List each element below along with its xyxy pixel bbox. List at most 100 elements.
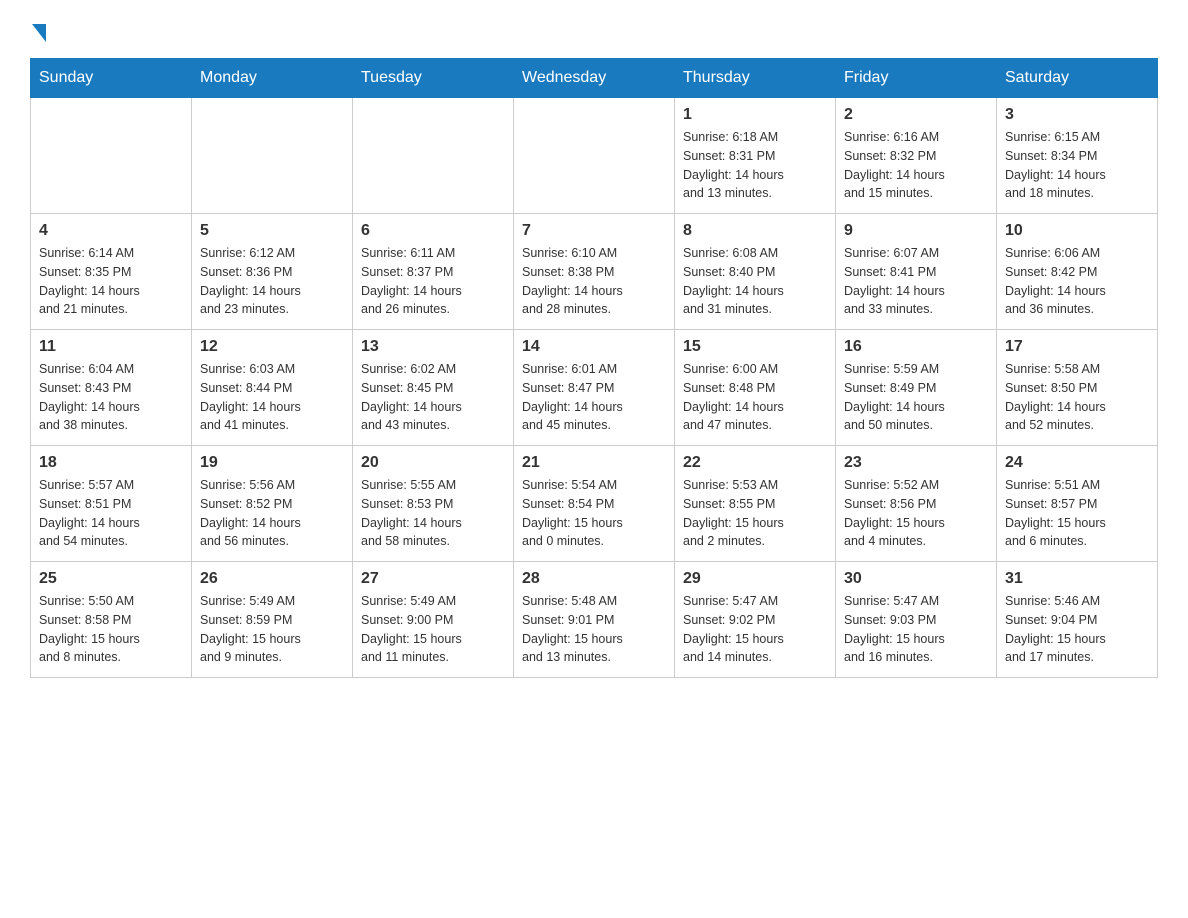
day-number: 6 [361, 222, 505, 240]
day-number: 28 [522, 570, 666, 588]
day-info: Sunrise: 5:59 AM Sunset: 8:49 PM Dayligh… [844, 360, 988, 435]
calendar-day-cell: 17 Sunrise: 5:58 AM Sunset: 8:50 PM Dayli… [997, 330, 1158, 446]
day-info: Sunrise: 6:04 AM Sunset: 8:43 PM Dayligh… [39, 360, 183, 435]
calendar-table: SundayMondayTuesdayWednesdayThursdayFrid… [30, 58, 1158, 678]
day-number: 10 [1005, 222, 1149, 240]
day-number: 13 [361, 338, 505, 356]
day-info: Sunrise: 6:15 AM Sunset: 8:34 PM Dayligh… [1005, 128, 1149, 203]
calendar-day-cell: 2Sunrise: 6:16 AM Sunset: 8:32 PM Daylig… [836, 98, 997, 214]
calendar-week-row: 1 Sunrise: 6:18 AM Sunset: 8:31 PM Daylig… [31, 98, 1158, 214]
day-info: Sunrise: 5:47 AM Sunset: 9:03 PM Dayligh… [844, 592, 988, 667]
calendar-day-cell: 5 Sunrise: 6:12 AM Sunset: 8:36 PM Daylig… [192, 214, 353, 330]
day-number: 18 [39, 454, 183, 472]
day-info: Sunrise: 5:55 AM Sunset: 8:53 PM Dayligh… [361, 476, 505, 551]
calendar-day-cell: 31 Sunrise: 5:46 AM Sunset: 9:04 PM Dayli… [997, 562, 1158, 678]
day-info: Sunrise: 5:50 AM Sunset: 8:58 PM Dayligh… [39, 592, 183, 667]
day-info: Sunrise: 6:11 AM Sunset: 8:37 PM Dayligh… [361, 244, 505, 319]
calendar-day-cell: 8Sunrise: 6:08 AM Sunset: 8:40 PM Daylig… [675, 214, 836, 330]
calendar-week-row: 25 Sunrise: 5:50 AM Sunset: 8:58 PM Dayli… [31, 562, 1158, 678]
day-info: Sunrise: 6:10 AM Sunset: 8:38 PM Dayligh… [522, 244, 666, 319]
calendar-day-cell: 29 Sunrise: 5:47 AM Sunset: 9:02 PM Dayli… [675, 562, 836, 678]
calendar-day-cell: 21Sunrise: 5:54 AM Sunset: 8:54 PM Dayli… [514, 446, 675, 562]
day-number: 16 [844, 338, 988, 356]
weekday-header-saturday: Saturday [997, 59, 1158, 98]
day-number: 1 [683, 106, 827, 124]
calendar-day-cell: 12Sunrise: 6:03 AM Sunset: 8:44 PM Dayli… [192, 330, 353, 446]
calendar-day-cell: 27 Sunrise: 5:49 AM Sunset: 9:00 PM Dayli… [353, 562, 514, 678]
day-info: Sunrise: 6:14 AM Sunset: 8:35 PM Dayligh… [39, 244, 183, 319]
weekday-header-monday: Monday [192, 59, 353, 98]
day-number: 27 [361, 570, 505, 588]
calendar-week-row: 11 Sunrise: 6:04 AM Sunset: 8:43 PM Dayli… [31, 330, 1158, 446]
day-info: Sunrise: 5:53 AM Sunset: 8:55 PM Dayligh… [683, 476, 827, 551]
calendar-empty-cell [31, 98, 192, 214]
day-number: 31 [1005, 570, 1149, 588]
day-number: 12 [200, 338, 344, 356]
calendar-day-cell: 28 Sunrise: 5:48 AM Sunset: 9:01 PM Dayli… [514, 562, 675, 678]
day-number: 24 [1005, 454, 1149, 472]
day-info: Sunrise: 6:16 AM Sunset: 8:32 PM Dayligh… [844, 128, 988, 203]
calendar-week-row: 4 Sunrise: 6:14 AM Sunset: 8:35 PM Daylig… [31, 214, 1158, 330]
day-info: Sunrise: 5:49 AM Sunset: 8:59 PM Dayligh… [200, 592, 344, 667]
day-info: Sunrise: 5:46 AM Sunset: 9:04 PM Dayligh… [1005, 592, 1149, 667]
day-number: 4 [39, 222, 183, 240]
calendar-day-cell: 16 Sunrise: 5:59 AM Sunset: 8:49 PM Dayli… [836, 330, 997, 446]
calendar-day-cell: 24 Sunrise: 5:51 AM Sunset: 8:57 PM Dayli… [997, 446, 1158, 562]
calendar-day-cell: 23Sunrise: 5:52 AM Sunset: 8:56 PM Dayli… [836, 446, 997, 562]
logo-top [30, 20, 46, 42]
day-info: Sunrise: 6:07 AM Sunset: 8:41 PM Dayligh… [844, 244, 988, 319]
day-info: Sunrise: 6:01 AM Sunset: 8:47 PM Dayligh… [522, 360, 666, 435]
page-header [30, 20, 1158, 38]
day-number: 20 [361, 454, 505, 472]
calendar-day-cell: 10Sunrise: 6:06 AM Sunset: 8:42 PM Dayli… [997, 214, 1158, 330]
day-number: 23 [844, 454, 988, 472]
day-number: 29 [683, 570, 827, 588]
calendar-day-cell: 22Sunrise: 5:53 AM Sunset: 8:55 PM Dayli… [675, 446, 836, 562]
day-info: Sunrise: 5:51 AM Sunset: 8:57 PM Dayligh… [1005, 476, 1149, 551]
day-info: Sunrise: 6:12 AM Sunset: 8:36 PM Dayligh… [200, 244, 344, 319]
calendar-day-cell: 14 Sunrise: 6:01 AM Sunset: 8:47 PM Dayli… [514, 330, 675, 446]
calendar-day-cell: 15 Sunrise: 6:00 AM Sunset: 8:48 PM Dayli… [675, 330, 836, 446]
calendar-day-cell: 18 Sunrise: 5:57 AM Sunset: 8:51 PM Dayli… [31, 446, 192, 562]
calendar-day-cell: 1 Sunrise: 6:18 AM Sunset: 8:31 PM Daylig… [675, 98, 836, 214]
calendar-day-cell: 11 Sunrise: 6:04 AM Sunset: 8:43 PM Dayli… [31, 330, 192, 446]
calendar-day-cell: 7 Sunrise: 6:10 AM Sunset: 8:38 PM Daylig… [514, 214, 675, 330]
day-info: Sunrise: 5:56 AM Sunset: 8:52 PM Dayligh… [200, 476, 344, 551]
day-number: 19 [200, 454, 344, 472]
day-info: Sunrise: 5:58 AM Sunset: 8:50 PM Dayligh… [1005, 360, 1149, 435]
calendar-day-cell: 26 Sunrise: 5:49 AM Sunset: 8:59 PM Dayli… [192, 562, 353, 678]
weekday-header-thursday: Thursday [675, 59, 836, 98]
day-number: 7 [522, 222, 666, 240]
calendar-week-row: 18 Sunrise: 5:57 AM Sunset: 8:51 PM Dayli… [31, 446, 1158, 562]
logo [30, 20, 46, 38]
day-number: 14 [522, 338, 666, 356]
calendar-day-cell: 30 Sunrise: 5:47 AM Sunset: 9:03 PM Dayli… [836, 562, 997, 678]
weekday-header-sunday: Sunday [31, 59, 192, 98]
day-number: 25 [39, 570, 183, 588]
day-info: Sunrise: 6:18 AM Sunset: 8:31 PM Dayligh… [683, 128, 827, 203]
day-number: 11 [39, 338, 183, 356]
day-info: Sunrise: 5:47 AM Sunset: 9:02 PM Dayligh… [683, 592, 827, 667]
weekday-header-friday: Friday [836, 59, 997, 98]
calendar-day-cell: 4 Sunrise: 6:14 AM Sunset: 8:35 PM Daylig… [31, 214, 192, 330]
calendar-empty-cell [192, 98, 353, 214]
calendar-empty-cell [514, 98, 675, 214]
calendar-day-cell: 9Sunrise: 6:07 AM Sunset: 8:41 PM Daylig… [836, 214, 997, 330]
calendar-day-cell: 13Sunrise: 6:02 AM Sunset: 8:45 PM Dayli… [353, 330, 514, 446]
day-number: 15 [683, 338, 827, 356]
day-number: 21 [522, 454, 666, 472]
day-number: 5 [200, 222, 344, 240]
day-number: 8 [683, 222, 827, 240]
day-number: 17 [1005, 338, 1149, 356]
day-info: Sunrise: 5:49 AM Sunset: 9:00 PM Dayligh… [361, 592, 505, 667]
day-number: 3 [1005, 106, 1149, 124]
day-info: Sunrise: 5:48 AM Sunset: 9:01 PM Dayligh… [522, 592, 666, 667]
day-info: Sunrise: 5:57 AM Sunset: 8:51 PM Dayligh… [39, 476, 183, 551]
logo-arrow-icon [32, 24, 46, 42]
day-number: 30 [844, 570, 988, 588]
calendar-day-cell: 20 Sunrise: 5:55 AM Sunset: 8:53 PM Dayli… [353, 446, 514, 562]
calendar-day-cell: 25 Sunrise: 5:50 AM Sunset: 8:58 PM Dayli… [31, 562, 192, 678]
day-info: Sunrise: 6:00 AM Sunset: 8:48 PM Dayligh… [683, 360, 827, 435]
day-number: 26 [200, 570, 344, 588]
calendar-empty-cell [353, 98, 514, 214]
